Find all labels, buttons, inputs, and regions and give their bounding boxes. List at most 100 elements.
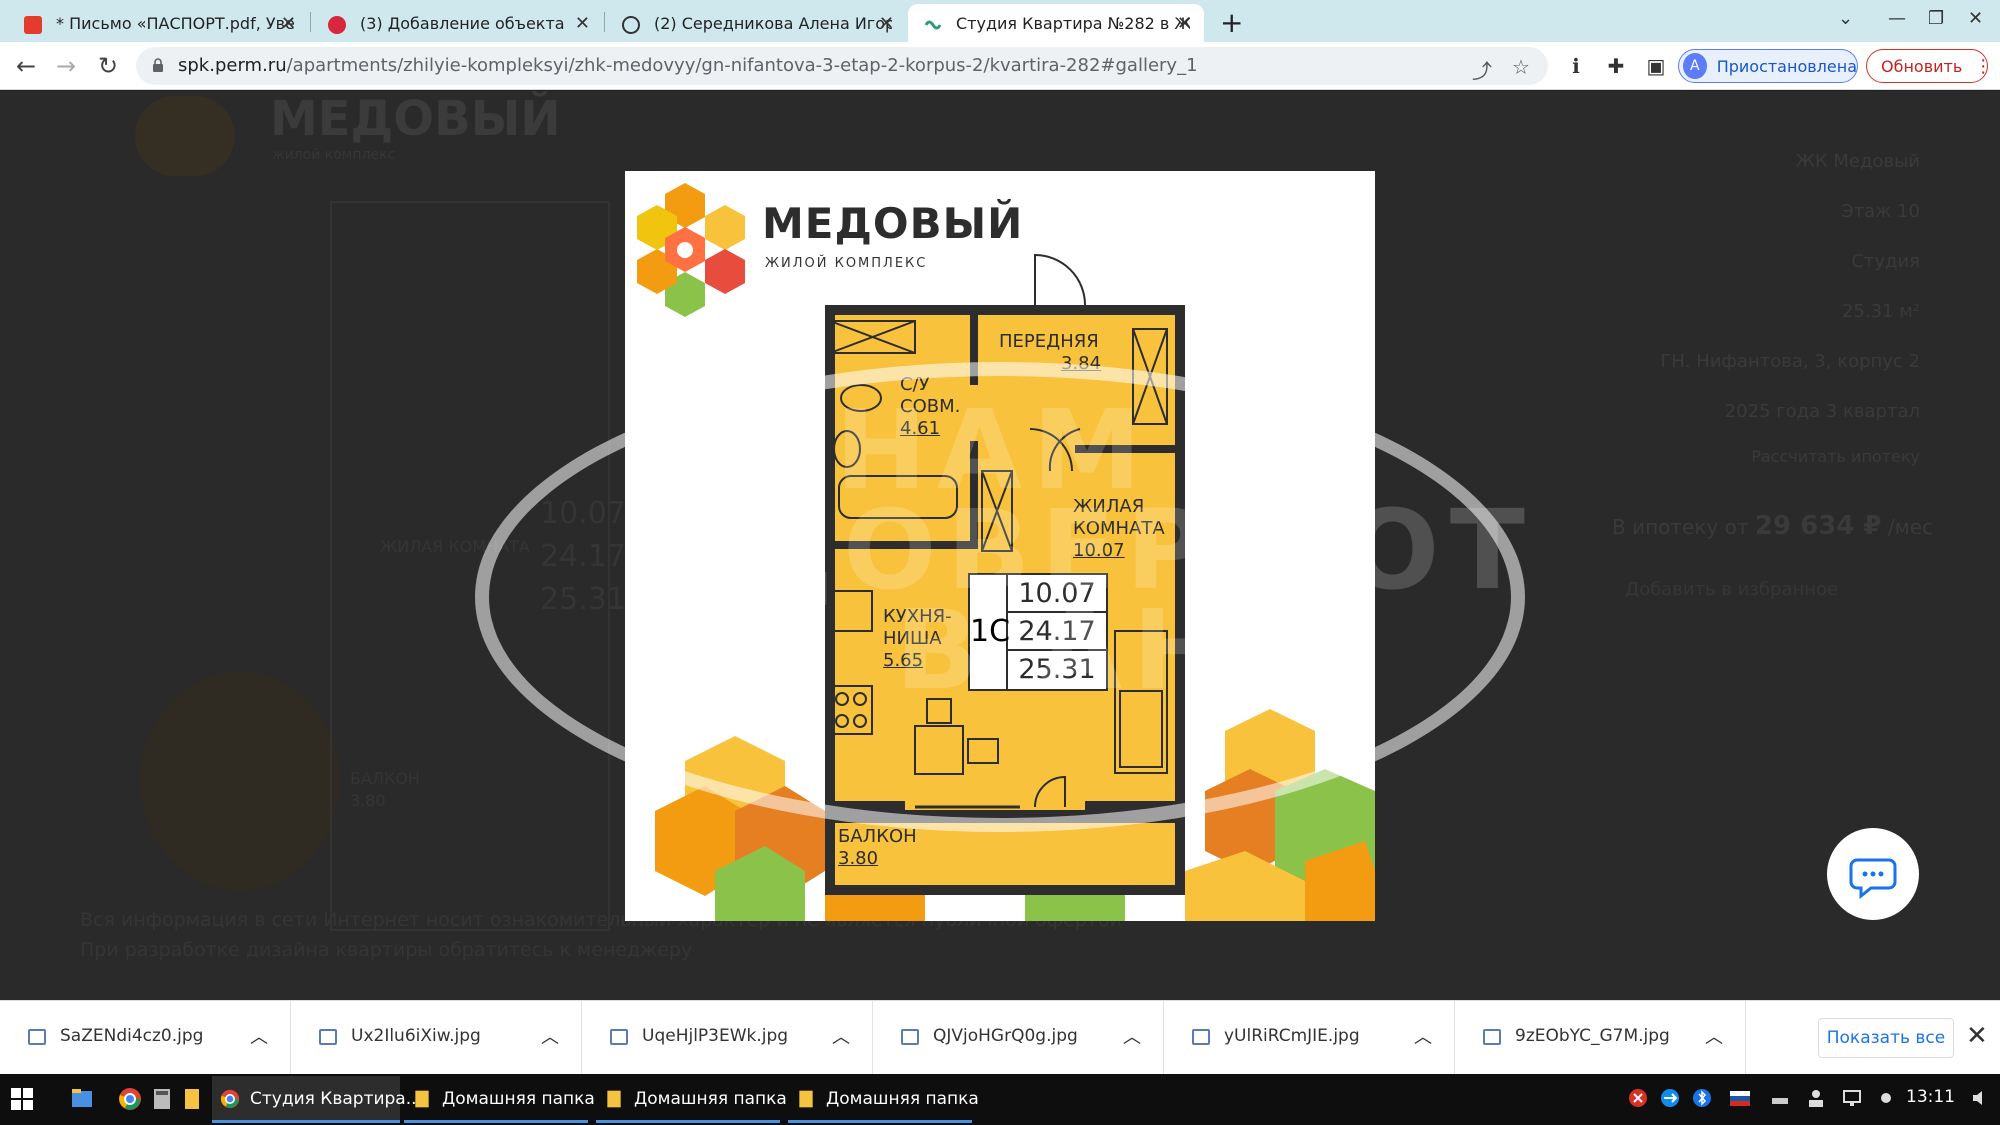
area-summary-box: 1С 10.07 24.17 25.31 (968, 573, 1108, 691)
close-tab-icon[interactable]: ✕ (879, 13, 894, 34)
calculator-icon[interactable] (150, 1087, 174, 1111)
new-tab-button[interactable]: + (1220, 6, 1243, 39)
taskbar-folder[interactable]: Домашняя папка (404, 1076, 595, 1123)
room-kitchen: КУХНЯ- НИША 5.65 (883, 606, 952, 671)
area-balcony-value: 25.31 (1018, 654, 1096, 685)
honeycomb-logo-icon (637, 183, 745, 317)
folder-icon (607, 1090, 621, 1108)
tab-profile[interactable]: (2) Середникова Алена Игоре ✕ (606, 4, 906, 42)
taskbar-chrome[interactable]: Студия Квартира... (212, 1076, 422, 1123)
area-total-value: 24.17 (1008, 613, 1106, 651)
download-item[interactable]: Ux2Ilu6iXiw.jpg ︿ (291, 1001, 582, 1075)
site-icon (924, 16, 942, 34)
address-bar[interactable]: spk.perm.ru/apartments/zhilyie-kompleksy… (136, 47, 1548, 85)
bg-disclaimer-2: При разработке дизайна квартиры обратите… (80, 939, 693, 961)
tab-title: (2) Середникова Алена Игоре (654, 13, 892, 33)
restore-icon[interactable]: ❐ (1928, 8, 1944, 29)
info-icon[interactable]: ℹ (1560, 50, 1592, 82)
teamviewer-icon[interactable] (1660, 1088, 1680, 1108)
language-flag-icon[interactable] (1730, 1088, 1750, 1108)
room-balcony: БАЛКОН 3.80 (838, 826, 917, 869)
update-button[interactable]: Обновить ⋮ (1866, 49, 1992, 83)
close-tab-icon[interactable]: ✕ (575, 13, 590, 34)
download-item[interactable]: QJVjoHGrQ0g.jpg ︿ (873, 1001, 1164, 1075)
chrome-icon[interactable] (118, 1087, 142, 1111)
download-item[interactable]: UqeHjlP3EWk.jpg ︿ (582, 1001, 873, 1075)
start-menu-icon[interactable] (10, 1087, 34, 1111)
volume-icon[interactable] (1970, 1088, 1990, 1108)
chevron-up-icon[interactable]: ︿ (250, 1023, 268, 1049)
bookmark-star-icon[interactable]: ☆ (1512, 55, 1530, 79)
tab-divider (310, 12, 311, 32)
tab-strip: * Письмо «ПАСПОРТ.pdf, Увед ✕ (3) Добавл… (0, 0, 2000, 42)
tab-title: * Письмо «ПАСПОРТ.pdf, Увед (56, 13, 294, 33)
brightness-icon[interactable] (1876, 1088, 1896, 1108)
bg-type: Студия (1851, 251, 1920, 272)
bg-logo-subtitle: жилой комплекс (272, 147, 396, 163)
mail-icon (24, 16, 42, 34)
extensions-icon[interactable]: ✚ (1600, 50, 1632, 82)
tab-add-object[interactable]: (3) Добавление объекта ✕ (312, 4, 602, 42)
bg-room-label: ЖИЛАЯ КОМНАТА (380, 537, 530, 556)
chat-button[interactable] (1827, 828, 1919, 920)
tab-apartment[interactable]: Студия Квартира №282 в ЖК М ✕ (908, 4, 1204, 42)
download-item[interactable]: yUlRiRCmJIE.jpg ︿ (1164, 1001, 1455, 1075)
chevron-up-icon[interactable]: ︿ (832, 1023, 850, 1049)
user-icon[interactable] (1806, 1088, 1826, 1108)
share-icon[interactable]: ⤴ (1472, 55, 1492, 84)
back-arrow-icon[interactable]: ← (10, 50, 42, 82)
tab-mail[interactable]: * Письмо «ПАСПОРТ.pdf, Увед ✕ (8, 4, 308, 42)
menu-dots-icon: ⋮ (1974, 55, 1993, 77)
tab-title: Студия Квартира №282 в ЖК М (956, 13, 1190, 33)
bg-price: В ипотеку от 29 634 ₽ /мес (1612, 511, 1934, 541)
image-file-icon (1192, 1029, 1210, 1045)
bg-balcony-area: 3.80 (350, 791, 386, 810)
close-window-icon[interactable]: ✕ (1968, 8, 1983, 29)
taskbar-folder[interactable]: Домашняя папка (788, 1076, 979, 1123)
tab-title: (3) Добавление объекта (360, 13, 565, 33)
minimize-icon[interactable]: — (1888, 8, 1906, 29)
notes-icon[interactable] (180, 1087, 204, 1111)
bg-mortgage-link: Рассчитать ипотеку (1751, 447, 1920, 466)
network-icon[interactable] (1842, 1088, 1862, 1108)
file-manager-icon[interactable] (70, 1087, 94, 1111)
tab-search-icon[interactable]: ⌄ (1838, 8, 1853, 29)
close-downloads-icon[interactable]: ✕ (1966, 1021, 1988, 1051)
chevron-up-icon[interactable]: ︿ (1123, 1023, 1141, 1049)
brand-name: МЕДОВЫЙ (762, 199, 1024, 248)
clock: 13:11 (1906, 1087, 1955, 1107)
drive-icon[interactable] (1770, 1088, 1790, 1108)
folder-icon (415, 1090, 429, 1108)
close-tab-icon[interactable]: ✕ (281, 13, 296, 34)
download-item[interactable]: SaZENdi4cz0.jpg ︿ (0, 1001, 291, 1075)
browser-toolbar: ← → ↻ spk.perm.ru/apartments/zhilyie-kom… (0, 42, 2000, 90)
downloads-bar: SaZENdi4cz0.jpg ︿ Ux2Ilu6iXiw.jpg ︿ UqeH… (0, 1000, 2000, 1075)
side-panel-icon[interactable]: ▣ (1640, 50, 1672, 82)
bg-decor (140, 671, 340, 891)
floor-plan-image[interactable]: МЕДОВЫЙ ЖИЛОЙ КОМПЛЕКС ПЕРЕДНЯЯ 3.84 С/У… (625, 171, 1375, 921)
forward-arrow-icon[interactable]: → (50, 50, 82, 82)
antivirus-icon[interactable] (1628, 1088, 1648, 1108)
close-tab-icon[interactable]: ✕ (1177, 13, 1192, 34)
bg-area: 25.31 м² (1841, 301, 1920, 322)
chevron-up-icon[interactable]: ︿ (541, 1023, 559, 1049)
show-all-downloads-button[interactable]: Показать все (1818, 1018, 1954, 1058)
floor-plan-drawing (637, 183, 1375, 921)
room-hallway: ПЕРЕДНЯЯ 3.84 (999, 331, 1102, 374)
profile-button[interactable]: A Приостановлена (1678, 49, 1858, 83)
lock-icon (153, 58, 163, 72)
download-item[interactable]: 9zEObYC_G7M.jpg ︿ (1455, 1001, 1746, 1075)
avatar: A (1683, 53, 1707, 79)
image-file-icon (610, 1029, 628, 1045)
chrome-icon (220, 1089, 240, 1109)
tab-divider (604, 12, 605, 32)
bg-complex: ЖК Медовый (1795, 151, 1920, 172)
reload-icon[interactable]: ↻ (92, 50, 124, 82)
profile-label: Приостановлена (1716, 56, 1857, 76)
bg-logo-image (135, 96, 235, 176)
taskbar-folder[interactable]: Домашняя папка (596, 1076, 787, 1123)
bluetooth-icon[interactable] (1692, 1088, 1712, 1108)
chevron-up-icon[interactable]: ︿ (1705, 1023, 1723, 1049)
chat-bubble-icon (1849, 858, 1897, 900)
chevron-up-icon[interactable]: ︿ (1414, 1023, 1432, 1049)
